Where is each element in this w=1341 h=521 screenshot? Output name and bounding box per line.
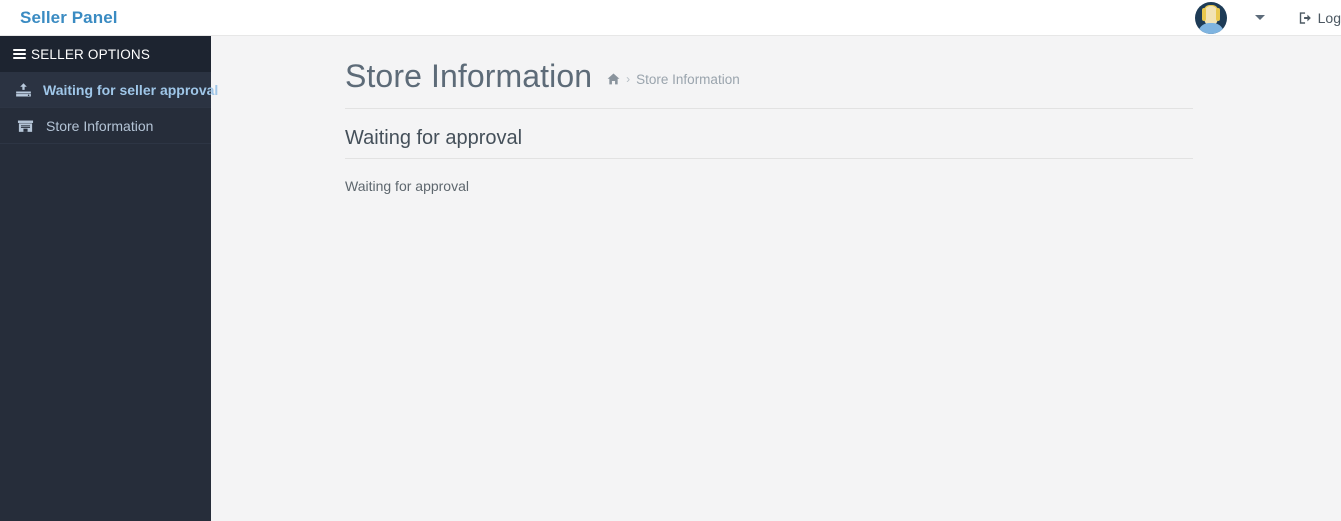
header-divider <box>345 108 1193 109</box>
avatar <box>1194 1 1227 34</box>
logout-label: Log <box>1317 9 1341 26</box>
sidebar-header-label: SELLER OPTIONS <box>31 46 151 62</box>
avatar-body-icon <box>1197 22 1224 34</box>
hamburger-icon <box>13 49 26 59</box>
brand-title[interactable]: Seller Panel <box>20 8 118 28</box>
breadcrumb: › Store Information <box>607 72 740 87</box>
sidebar-item-label: Store Information <box>46 117 154 134</box>
seller-panel-app: Seller Panel Log SELLER OPTIONS Waiting … <box>0 0 1341 521</box>
page-header: Store Information › Store Information <box>345 57 740 95</box>
main-content: Store Information › Store Information Wa… <box>211 36 1341 521</box>
section-body-text: Waiting for approval <box>345 178 469 194</box>
upload-icon <box>15 82 32 98</box>
avatar-hair-left-icon <box>1201 7 1206 21</box>
sidebar-item-waiting-for-seller-approval[interactable]: Waiting for seller approval <box>0 72 218 108</box>
store-icon <box>15 118 35 134</box>
user-avatar-button[interactable] <box>1194 0 1227 36</box>
sidebar-item-label: Waiting for seller approval <box>43 81 219 98</box>
logout-button[interactable]: Log <box>1298 10 1341 26</box>
page-title: Store Information <box>345 58 593 94</box>
chevron-down-icon[interactable] <box>1253 11 1267 25</box>
breadcrumb-separator: › <box>626 72 631 86</box>
sign-out-icon <box>1298 11 1313 25</box>
avatar-hair-right-icon <box>1215 7 1220 21</box>
home-icon[interactable] <box>607 73 620 85</box>
sidebar-item-store-information[interactable]: Store Information <box>0 108 211 144</box>
top-header-bar: Seller Panel Log <box>0 0 1341 36</box>
sidebar-header[interactable]: SELLER OPTIONS <box>0 36 211 72</box>
sidebar: SELLER OPTIONS Waiting for seller approv… <box>0 36 218 521</box>
header-right-group: Log <box>1194 0 1341 36</box>
section-title: Waiting for approval <box>345 127 523 149</box>
section-divider <box>345 158 1193 159</box>
breadcrumb-current[interactable]: Store Information <box>636 72 740 87</box>
